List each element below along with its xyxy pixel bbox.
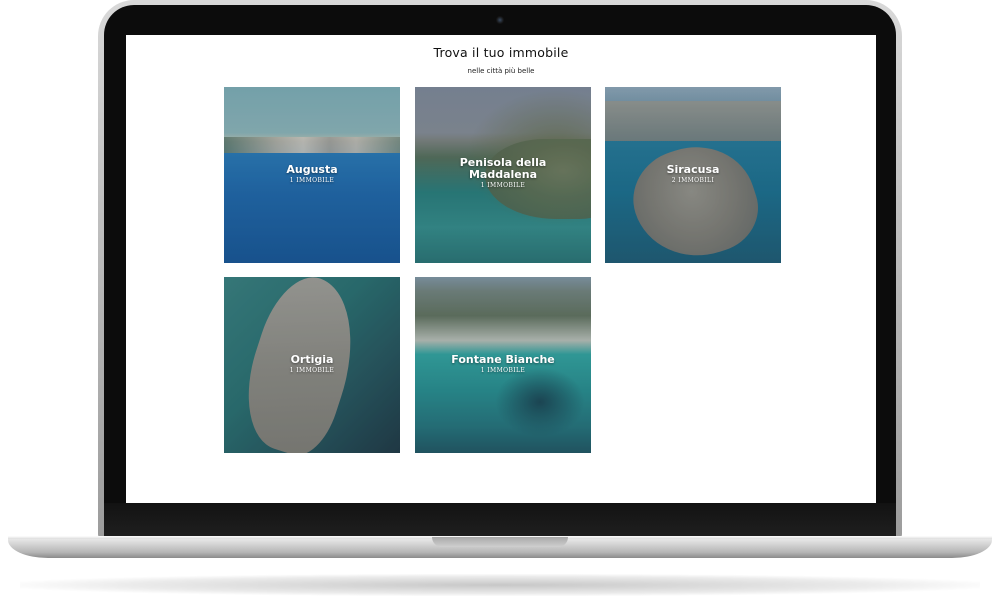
webcam-icon xyxy=(496,16,504,24)
laptop-notch xyxy=(432,537,568,547)
city-count: 1 IMMOBILE xyxy=(289,177,335,184)
city-count: 1 IMMOBILE xyxy=(289,367,335,374)
city-name: Siracusa xyxy=(666,163,720,176)
city-tile-fontane-bianche[interactable]: Fontane Bianche 1 IMMOBILE xyxy=(415,277,591,453)
city-label: Siracusa 2 IMMOBILI xyxy=(605,163,781,185)
city-name: Ortigia xyxy=(290,353,334,366)
screen: Trova il tuo immobile nelle città più be… xyxy=(126,35,876,503)
city-tile-ortigia[interactable]: Ortigia 1 IMMOBILE xyxy=(224,277,400,453)
city-tile-siracusa[interactable]: Siracusa 2 IMMOBILI xyxy=(605,87,781,263)
city-count: 1 IMMOBILE xyxy=(480,182,526,189)
city-name: Fontane Bianche xyxy=(451,353,555,366)
city-label: Augusta 1 IMMOBILE xyxy=(224,163,400,185)
page-title: Trova il tuo immobile xyxy=(433,45,569,60)
laptop-lower-bezel xyxy=(104,503,896,536)
city-tile-penisola-della-maddalena[interactable]: Penisola della Maddalena 1 IMMOBILE xyxy=(415,87,591,263)
city-count: 2 IMMOBILI xyxy=(671,177,715,184)
city-label: Fontane Bianche 1 IMMOBILE xyxy=(415,353,591,375)
page-subtitle: nelle città più belle xyxy=(467,67,535,75)
city-name: Penisola della Maddalena xyxy=(459,156,547,181)
city-tile-augusta[interactable]: Augusta 1 IMMOBILE xyxy=(224,87,400,263)
laptop-shadow xyxy=(20,574,980,596)
city-label: Penisola della Maddalena 1 IMMOBILE xyxy=(453,156,553,190)
city-name: Augusta xyxy=(286,163,338,176)
city-label: Ortigia 1 IMMOBILE xyxy=(224,353,400,375)
city-count: 1 IMMOBILE xyxy=(480,367,526,374)
